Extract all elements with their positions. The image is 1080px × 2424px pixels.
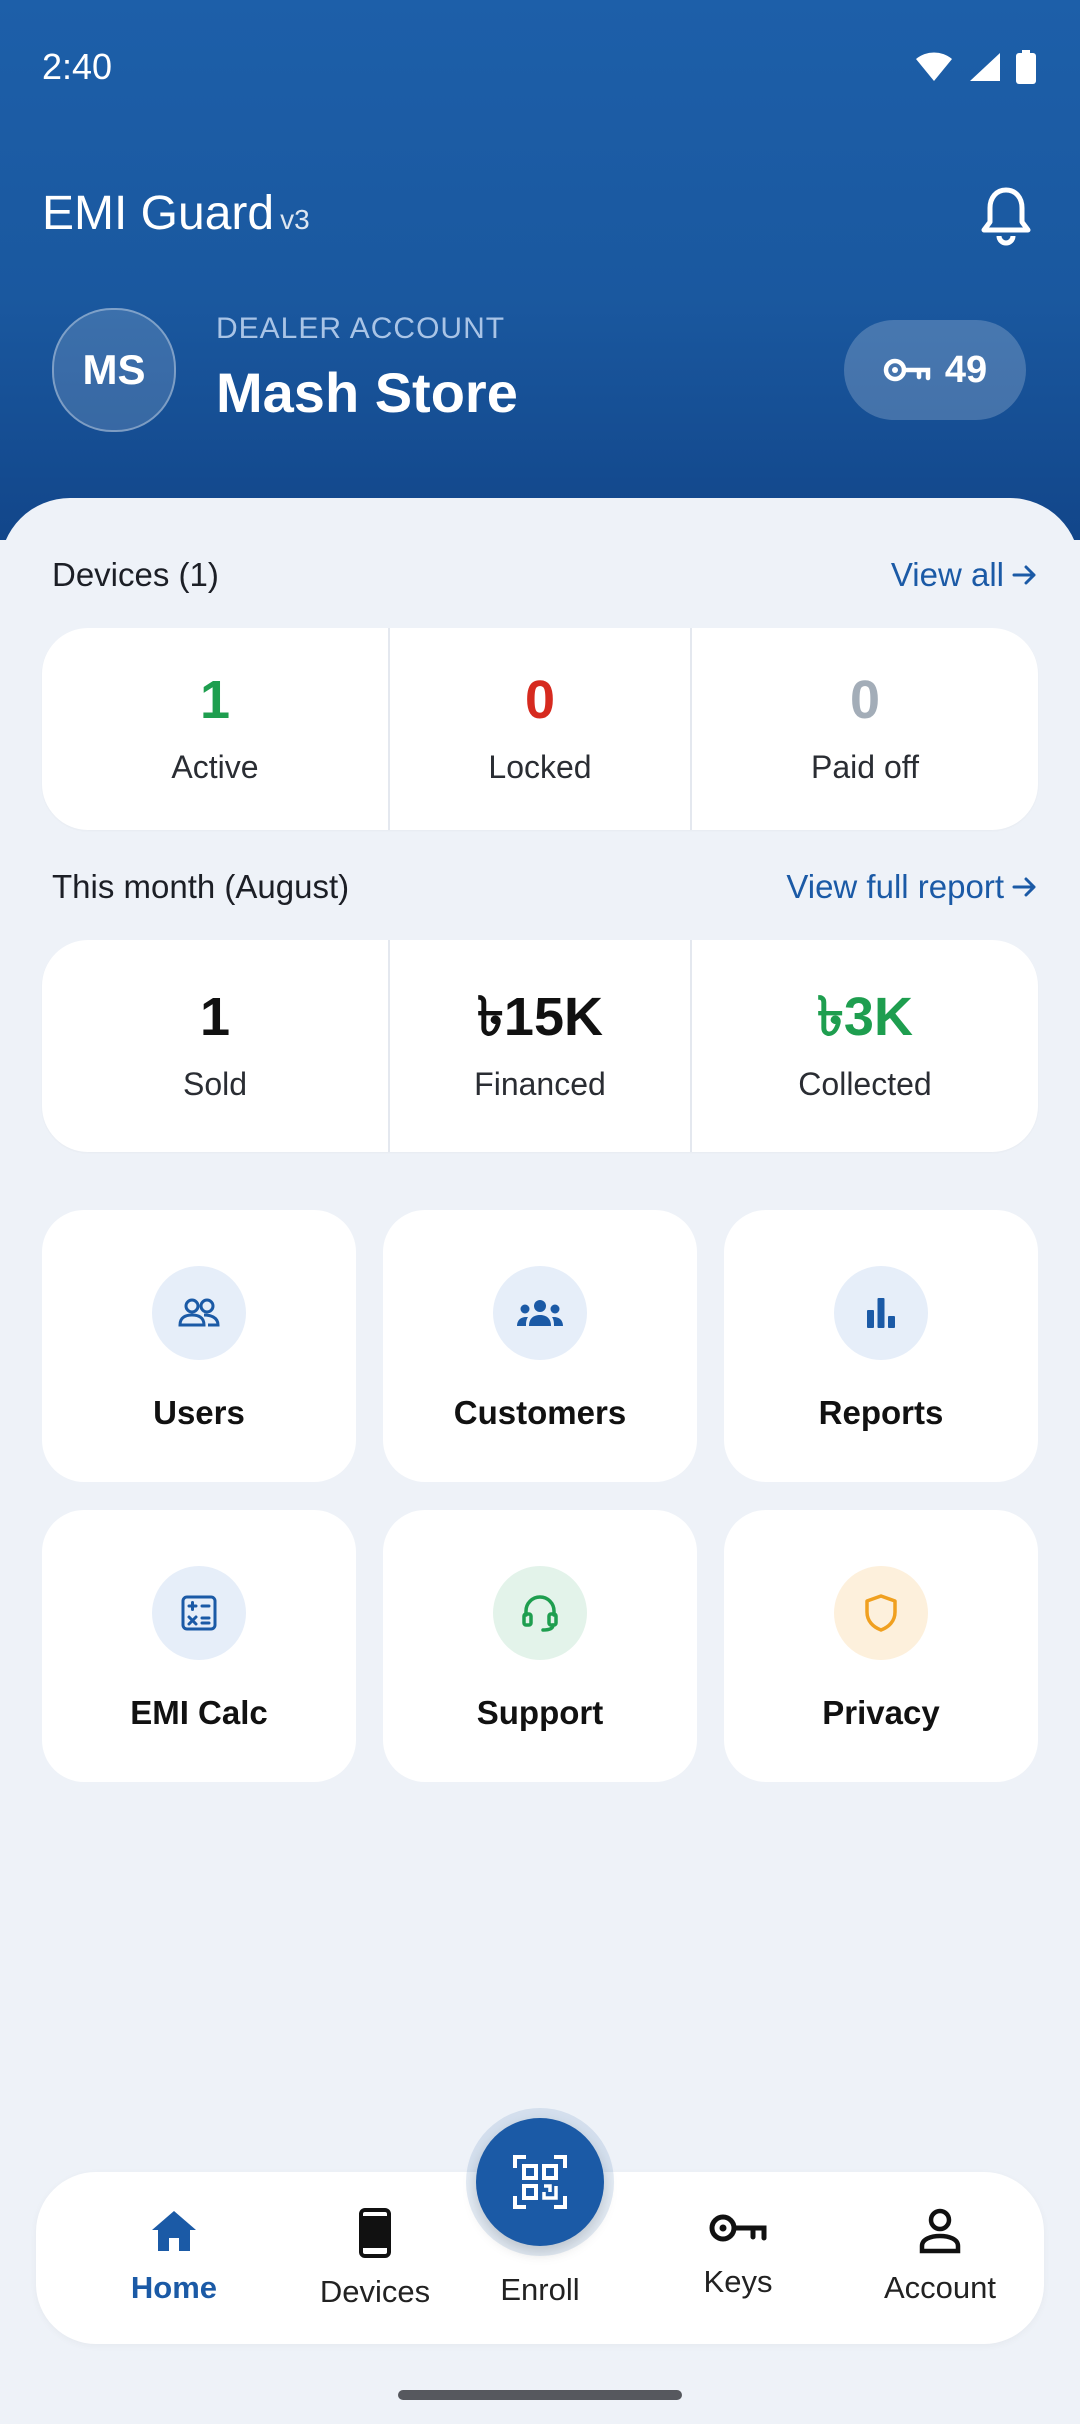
tile-label: Customers [453,1394,627,1431]
nav-devices[interactable]: Devices [285,2208,465,2310]
tile-support[interactable]: Support [383,1510,697,1782]
avatar[interactable]: MS [52,308,176,432]
tile-label: Reports [818,1394,944,1431]
stat-value: 0 [849,669,881,730]
stat-label: Collected [798,1065,932,1102]
enroll-button[interactable] [476,2118,604,2246]
bell-icon [981,187,1031,246]
headset-icon [493,1566,587,1660]
stat-sold[interactable]: 1 Sold [42,940,388,1152]
tile-privacy[interactable]: Privacy [724,1510,1038,1782]
status-time: 2:40 [42,46,113,87]
view-full-report-label: View full report [786,868,1004,905]
shield-icon [834,1566,928,1660]
tile-label: Support [476,1694,604,1731]
dealer-account-label: DEALER ACCOUNT [216,312,506,345]
month-section-title: This month (August) [52,868,350,905]
month-stats-card: 1 Sold ৳15K Financed ৳3K Collected [42,940,1038,1152]
key-icon [883,358,931,382]
nav-keys[interactable]: Keys [648,2208,828,2300]
stat-label: Paid off [811,748,919,785]
stat-label: Locked [488,748,592,785]
key-icon [709,2214,767,2242]
nav-label: Account [883,2270,996,2305]
status-icons [914,50,1036,84]
home-icon [152,2211,196,2251]
nav-label: Devices [319,2274,431,2309]
qr-scan-icon [513,2155,567,2209]
stat-label: Active [171,748,259,785]
nav-account[interactable]: Account [850,2208,1030,2306]
view-all-label: View all [890,556,1004,593]
tile-reports[interactable]: Reports [724,1210,1038,1482]
calculator-icon [152,1566,246,1660]
month-section-header: This month (August) View full report [52,868,1038,906]
devices-section-header: Devices (1) View all [52,556,1038,594]
notifications-button[interactable] [978,186,1034,246]
keys-balance-pill[interactable]: 49 [844,320,1026,420]
view-full-report-link[interactable]: View full report [786,868,1038,906]
stat-value: ৳15K [477,986,603,1047]
nav-label: Keys [703,2264,773,2299]
home-indicator[interactable] [398,2390,682,2400]
app-header: 2:40 EMI Guard v3 MS DEALER ACCOUNT Mash … [0,0,1080,540]
stat-label: Sold [182,1065,248,1102]
store-name: Mash Store [216,361,518,424]
app-name: EMI Guard [42,187,275,240]
arrow-right-icon [1012,565,1036,585]
stat-paid-off[interactable]: 0 Paid off [690,628,1038,830]
stat-active[interactable]: 1 Active [42,628,388,830]
bar-chart-icon [834,1266,928,1360]
tile-label: Privacy [822,1694,940,1731]
tile-customers[interactable]: Customers [383,1210,697,1482]
users-icon [152,1266,246,1360]
stat-financed[interactable]: ৳15K Financed [388,940,690,1152]
phone-icon [359,2208,391,2258]
stat-value: 1 [199,669,231,730]
stat-value: 1 [199,986,231,1047]
stat-value: ৳3K [817,986,913,1047]
nav-label: Home [130,2270,218,2305]
customers-icon [493,1266,587,1360]
wifi-icon [916,52,952,81]
battery-icon [1016,50,1036,84]
stat-locked[interactable]: 0 Locked [388,628,690,830]
devices-section-title: Devices (1) [52,556,219,593]
keys-count: 49 [944,348,988,391]
tile-users[interactable]: Users [42,1210,356,1482]
app-title: EMI Guard v3 [42,186,310,241]
tile-label: EMI Calc [130,1694,268,1731]
arrow-right-icon [1012,877,1036,897]
tile-label: Users [153,1394,245,1431]
nav-enroll-label[interactable]: Enroll [450,2272,630,2308]
view-all-link[interactable]: View all [891,556,1038,594]
signal-icon [970,53,1000,81]
tile-emi-calc[interactable]: EMI Calc [42,1510,356,1782]
devices-stats-card: 1 Active 0 Locked 0 Paid off [42,628,1038,830]
stat-label: Financed [474,1065,606,1102]
nav-home[interactable]: Home [84,2208,264,2306]
app-version: v3 [280,204,310,235]
stat-collected[interactable]: ৳3K Collected [690,940,1038,1152]
person-icon [919,2208,961,2254]
stat-value: 0 [524,669,556,730]
